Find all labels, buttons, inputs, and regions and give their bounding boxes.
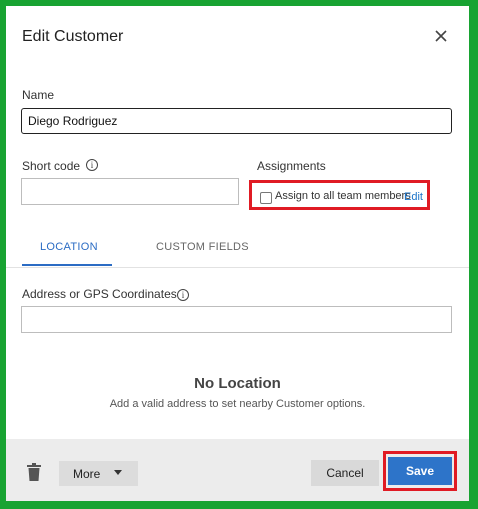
tab-custom-fields[interactable]: CUSTOM FIELDS (156, 241, 249, 253)
save-button[interactable]: Save (388, 457, 452, 485)
assign-all-checkbox[interactable] (260, 192, 272, 204)
name-input[interactable] (21, 108, 452, 134)
save-highlight: Save (383, 451, 457, 491)
address-label: Address or GPS Coordinates (22, 287, 177, 301)
info-icon[interactable]: i (86, 159, 98, 171)
dialog-title: Edit Customer (22, 28, 124, 45)
cancel-button[interactable]: Cancel (311, 460, 379, 486)
more-button[interactable]: More (59, 461, 138, 486)
edit-customer-dialog: Edit Customer Name Short code i Assignme… (6, 6, 469, 501)
no-location-subtitle: Add a valid address to set nearby Custom… (109, 398, 366, 410)
assign-all-label[interactable]: Assign to all team members (275, 190, 411, 202)
active-tab-indicator (22, 264, 112, 266)
assignments-label: Assignments (257, 159, 326, 173)
info-icon[interactable]: i (177, 289, 189, 301)
address-input[interactable] (21, 306, 452, 333)
assignments-edit-link[interactable]: Edit (404, 191, 423, 203)
short-code-input[interactable] (21, 178, 239, 205)
close-icon[interactable] (433, 28, 449, 44)
tab-divider (6, 267, 469, 268)
caret-down-icon (114, 470, 122, 475)
assign-all-highlight: Assign to all team members Edit (249, 180, 430, 210)
tab-location[interactable]: LOCATION (40, 241, 98, 253)
more-button-label: More (73, 466, 101, 481)
short-code-label: Short code (22, 159, 81, 173)
no-location-title: No Location (194, 375, 281, 392)
name-label: Name (22, 88, 55, 102)
trash-icon[interactable] (27, 463, 41, 481)
dialog-footer: More Cancel Save (6, 439, 469, 501)
